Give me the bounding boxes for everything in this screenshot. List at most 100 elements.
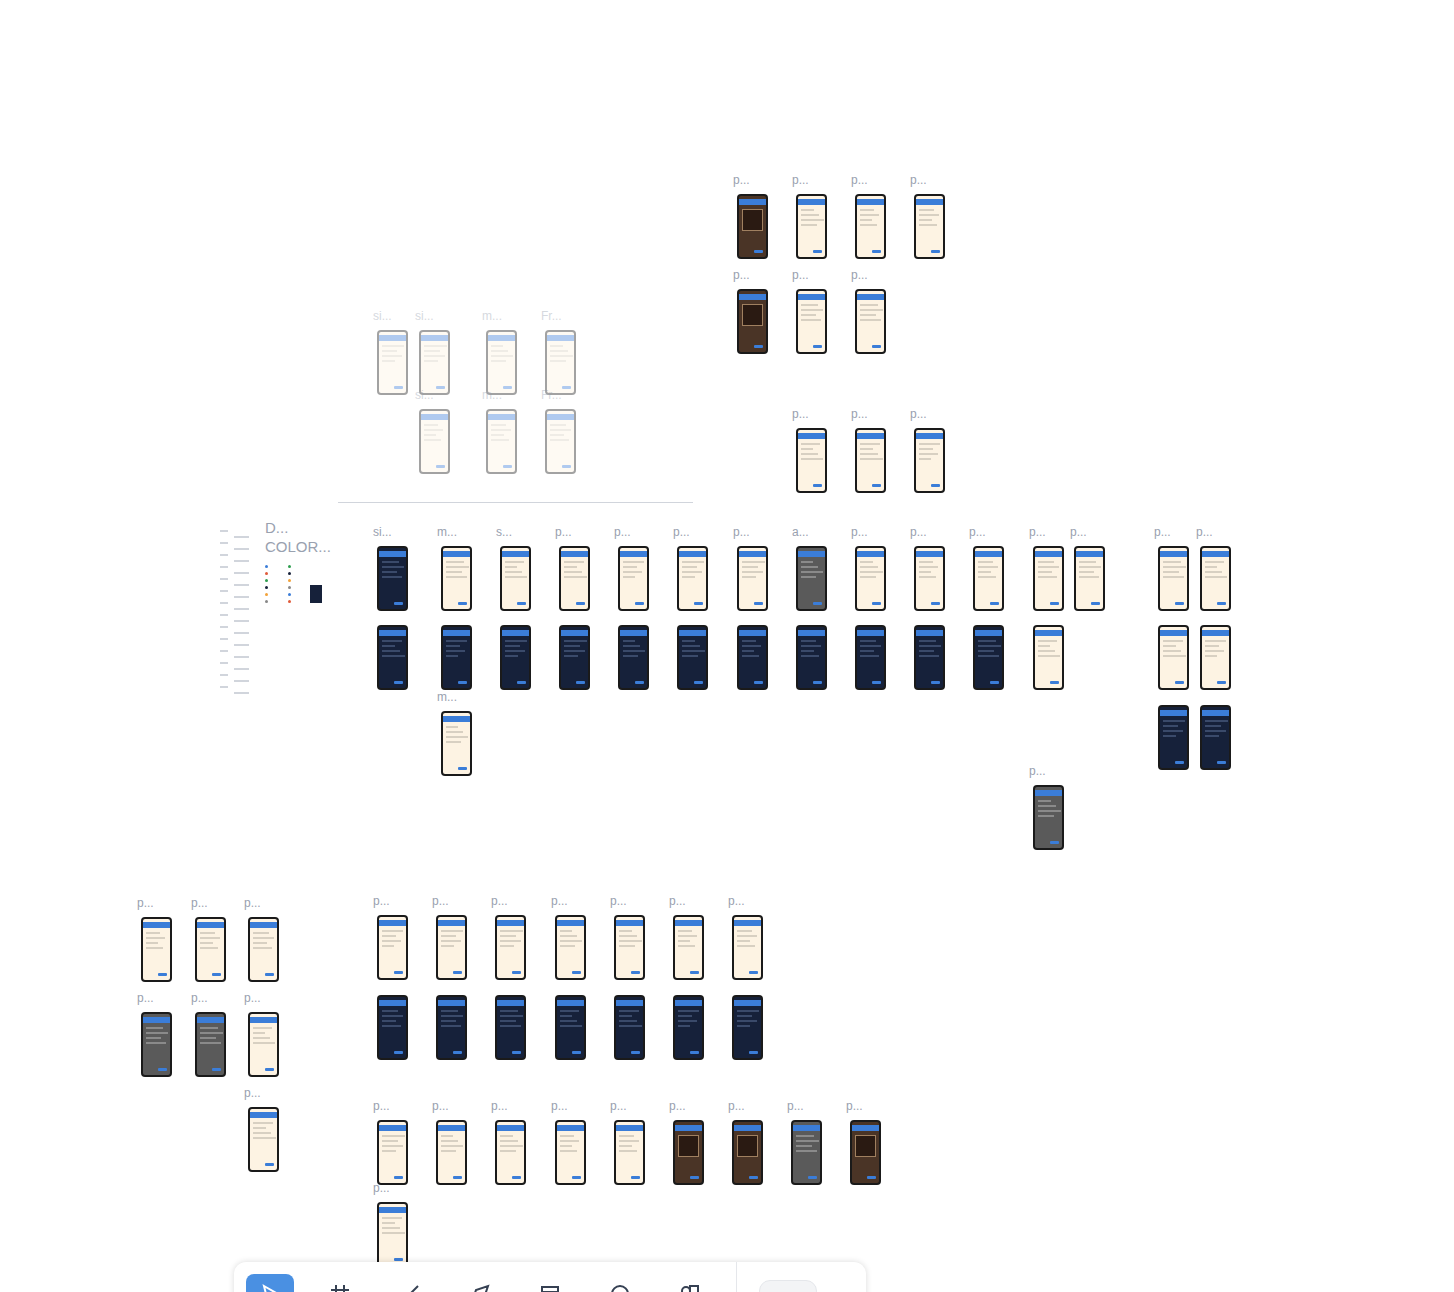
app-header — [488, 414, 515, 420]
phone-frame[interactable]: p... — [1200, 546, 1231, 611]
phone-frame[interactable]: Fr... — [545, 330, 576, 395]
phone-frame[interactable]: p... — [377, 1202, 408, 1267]
phone-frame[interactable]: p... — [914, 546, 945, 611]
phone-frame[interactable]: p... — [796, 289, 827, 354]
frame-label: p... — [432, 1100, 449, 1112]
phone-frame[interactable] — [1158, 625, 1189, 690]
phone-frame[interactable]: p... — [737, 194, 768, 259]
phone-screen — [250, 919, 277, 980]
phone-frame[interactable]: p... — [914, 428, 945, 493]
phone-frame[interactable] — [973, 625, 1004, 690]
phone-frame[interactable]: p... — [614, 1120, 645, 1185]
phone-frame[interactable]: p... — [495, 1120, 526, 1185]
phone-frame[interactable] — [618, 625, 649, 690]
phone-frame[interactable]: m... — [486, 409, 517, 474]
phone-frame[interactable]: p... — [732, 1120, 763, 1185]
phone-frame[interactable] — [500, 625, 531, 690]
phone-frame[interactable]: si... — [377, 546, 408, 611]
phone-frame[interactable]: m... — [441, 546, 472, 611]
phone-frame[interactable] — [796, 625, 827, 690]
phone-frame[interactable]: p... — [141, 1012, 172, 1077]
primary-button — [436, 386, 445, 389]
phone-frame[interactable]: p... — [248, 1107, 279, 1172]
phone-frame[interactable]: p... — [377, 915, 408, 980]
phone-frame[interactable]: p... — [732, 915, 763, 980]
pen-tool[interactable] — [456, 1274, 504, 1292]
canvas[interactable]: D...COLOR...p...p...p...p...p...p...p...… — [0, 0, 1454, 1292]
phone-frame[interactable]: Fr... — [545, 409, 576, 474]
phone-frame[interactable] — [1200, 705, 1231, 770]
phone-frame[interactable]: p... — [436, 1120, 467, 1185]
phone-frame[interactable]: p... — [195, 1012, 226, 1077]
phone-frame[interactable]: si... — [419, 409, 450, 474]
phone-frame[interactable] — [737, 625, 768, 690]
comment-tool[interactable] — [596, 1274, 644, 1292]
phone-frame[interactable]: p... — [850, 1120, 881, 1185]
phone-frame[interactable] — [1200, 625, 1231, 690]
phone-frame[interactable]: p... — [1074, 546, 1105, 611]
phone-frame[interactable]: p... — [614, 915, 645, 980]
table-tool[interactable] — [526, 1274, 574, 1292]
phone-frame[interactable] — [855, 625, 886, 690]
phone-frame[interactable] — [559, 625, 590, 690]
phone-frame[interactable]: p... — [436, 915, 467, 980]
frame-tool[interactable] — [316, 1274, 364, 1292]
phone-frame[interactable]: p... — [555, 915, 586, 980]
phone-frame[interactable]: m... — [486, 330, 517, 395]
phone-frame[interactable] — [436, 995, 467, 1060]
phone-frame[interactable]: p... — [796, 194, 827, 259]
phone-frame[interactable] — [377, 625, 408, 690]
phone-frame[interactable]: s... — [500, 546, 531, 611]
phone-frame[interactable] — [673, 995, 704, 1060]
phone-frame[interactable]: p... — [855, 546, 886, 611]
phone-frame[interactable]: p... — [796, 428, 827, 493]
phone-frame[interactable]: p... — [791, 1120, 822, 1185]
phone-frame[interactable] — [732, 995, 763, 1060]
phone-frame[interactable]: p... — [973, 546, 1004, 611]
spacer — [424, 365, 445, 383]
phone-frame[interactable] — [1033, 625, 1064, 690]
phone-frame[interactable]: p... — [141, 917, 172, 982]
line-tool[interactable] — [386, 1274, 434, 1292]
phone-frame[interactable] — [914, 625, 945, 690]
move-tool[interactable] — [246, 1274, 294, 1292]
phone-frame[interactable]: p... — [248, 1012, 279, 1077]
phone-frame[interactable]: p... — [673, 915, 704, 980]
phone-frame[interactable]: p... — [673, 1120, 704, 1185]
app-header — [561, 630, 588, 636]
phone-frame[interactable] — [614, 995, 645, 1060]
phone-frame[interactable]: p... — [377, 1120, 408, 1185]
phone-frame[interactable] — [1158, 705, 1189, 770]
phone-frame[interactable] — [677, 625, 708, 690]
phone-frame[interactable] — [495, 995, 526, 1060]
color-swatch — [265, 572, 268, 575]
phone-frame[interactable]: p... — [914, 194, 945, 259]
phone-frame[interactable]: p... — [618, 546, 649, 611]
content-line — [860, 645, 881, 647]
phone-frame[interactable]: p... — [1033, 546, 1064, 611]
phone-frame[interactable]: p... — [495, 915, 526, 980]
phone-frame[interactable]: p... — [559, 546, 590, 611]
phone-frame[interactable]: p... — [1158, 546, 1189, 611]
phone-frame[interactable] — [377, 995, 408, 1060]
phone-frame[interactable]: p... — [855, 289, 886, 354]
phone-frame[interactable]: a... — [796, 546, 827, 611]
phone-frame[interactable] — [441, 625, 472, 690]
phone-frame[interactable]: p... — [555, 1120, 586, 1185]
phone-frame[interactable]: si... — [377, 330, 408, 395]
shapes-tool[interactable] — [666, 1274, 714, 1292]
phone-frame[interactable]: m... — [441, 711, 472, 776]
phone-frame[interactable]: p... — [855, 428, 886, 493]
screen-body — [197, 1023, 224, 1075]
phone-frame[interactable]: p... — [737, 546, 768, 611]
phone-frame[interactable]: p... — [677, 546, 708, 611]
phone-frame[interactable]: p... — [1033, 785, 1064, 850]
phone-frame[interactable]: si... — [419, 330, 450, 395]
app-header — [502, 551, 529, 557]
phone-frame[interactable]: p... — [737, 289, 768, 354]
phone-frame[interactable]: p... — [248, 917, 279, 982]
phone-frame[interactable]: p... — [195, 917, 226, 982]
phone-frame[interactable]: p... — [855, 194, 886, 259]
mode-toggle[interactable] — [759, 1280, 817, 1292]
phone-frame[interactable] — [555, 995, 586, 1060]
